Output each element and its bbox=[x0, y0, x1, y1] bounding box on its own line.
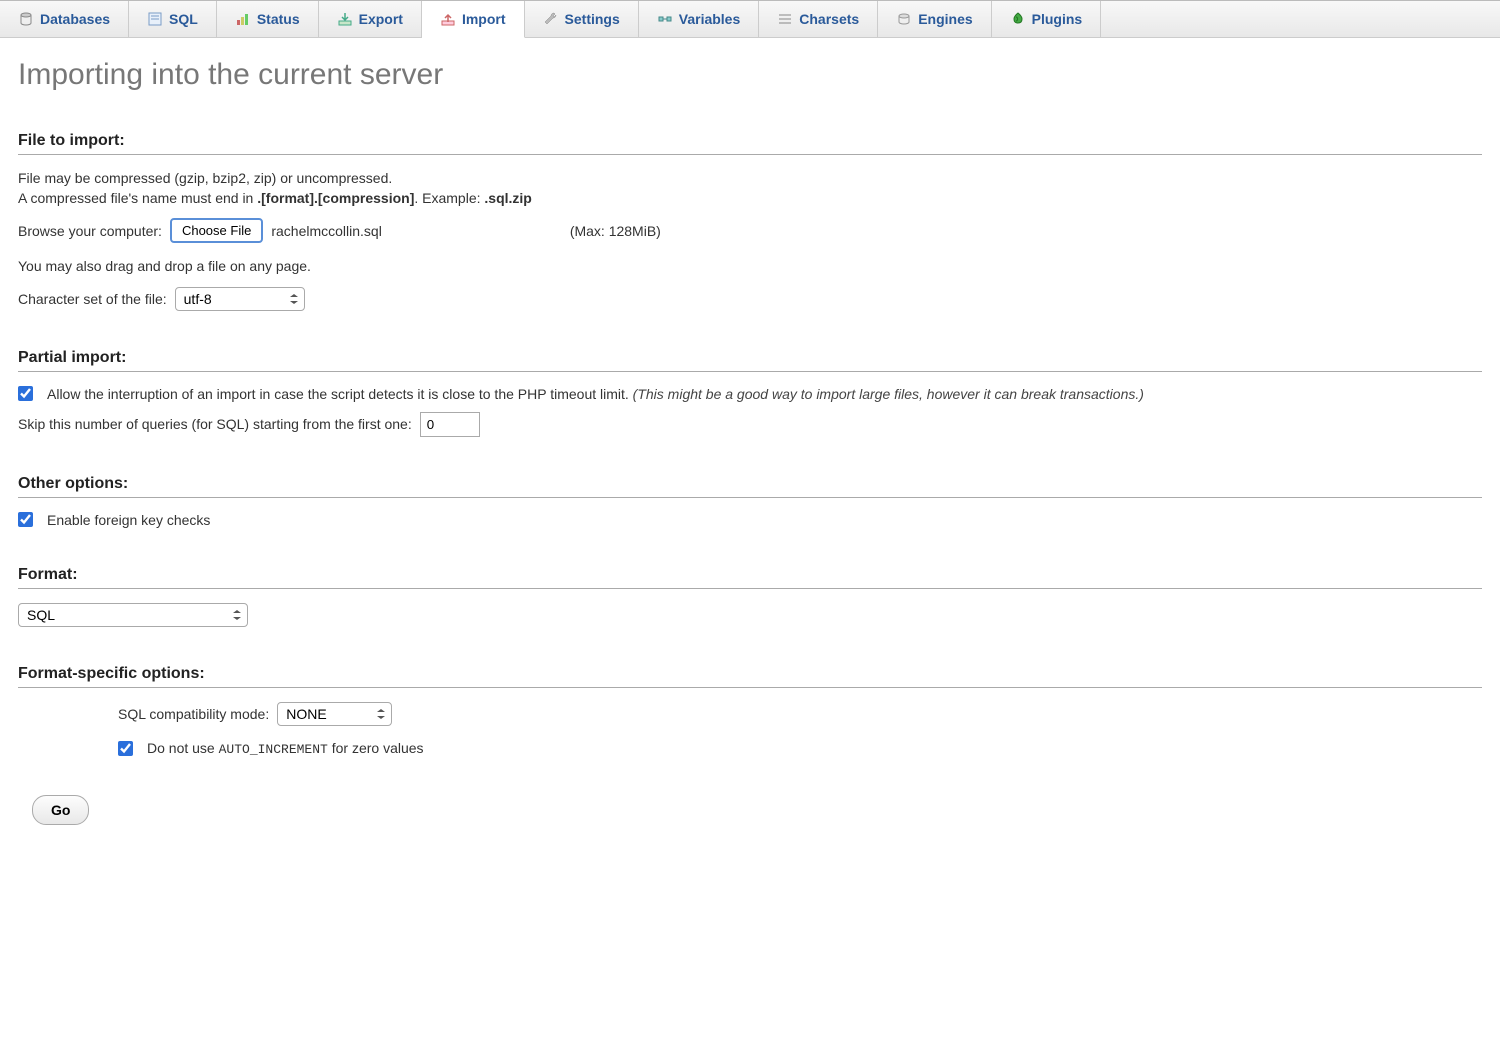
compression-note: File may be compressed (gzip, bzip2, zip… bbox=[18, 169, 1482, 208]
main-tabs: Databases SQL Status Export Import Setti… bbox=[0, 0, 1500, 38]
section-heading: File to import: bbox=[18, 132, 1482, 155]
tab-settings[interactable]: Settings bbox=[525, 1, 639, 37]
tab-label: Databases bbox=[40, 11, 110, 27]
tab-label: Variables bbox=[679, 11, 741, 27]
format-specific-section: Format-specific options: SQL compatibili… bbox=[18, 665, 1482, 757]
tab-sql[interactable]: SQL bbox=[129, 1, 217, 37]
variables-icon bbox=[657, 11, 673, 27]
tab-variables[interactable]: Variables bbox=[639, 1, 760, 37]
status-icon bbox=[235, 11, 251, 27]
file-import-section: File to import: File may be compressed (… bbox=[18, 132, 1482, 311]
database-icon bbox=[18, 11, 34, 27]
foreign-key-checkbox[interactable] bbox=[18, 512, 33, 527]
tab-label: Plugins bbox=[1032, 11, 1083, 27]
browse-row: Browse your computer: Choose File rachel… bbox=[18, 218, 1482, 243]
skip-queries-label: Skip this number of queries (for SQL) st… bbox=[18, 416, 412, 432]
go-button[interactable]: Go bbox=[32, 795, 89, 825]
section-heading: Format: bbox=[18, 566, 1482, 589]
section-heading: Partial import: bbox=[18, 349, 1482, 372]
allow-interruption-label: Allow the interruption of an import in c… bbox=[47, 386, 1144, 402]
tab-export[interactable]: Export bbox=[319, 1, 422, 37]
wrench-icon bbox=[543, 11, 559, 27]
compat-mode-label: SQL compatibility mode: bbox=[118, 706, 269, 722]
foreign-key-row: Enable foreign key checks bbox=[18, 512, 1482, 528]
section-heading: Other options: bbox=[18, 475, 1482, 498]
tab-databases[interactable]: Databases bbox=[0, 1, 129, 37]
allow-interruption-row: Allow the interruption of an import in c… bbox=[18, 386, 1482, 402]
charsets-icon bbox=[777, 11, 793, 27]
drag-drop-note: You may also drag and drop a file on any… bbox=[18, 257, 1482, 277]
skip-queries-row: Skip this number of queries (for SQL) st… bbox=[18, 412, 1482, 437]
sql-icon bbox=[147, 11, 163, 27]
charset-select[interactable]: utf-8 bbox=[175, 287, 305, 311]
tab-import[interactable]: Import bbox=[422, 1, 525, 38]
compat-mode-row: SQL compatibility mode: NONE bbox=[118, 702, 1482, 726]
foreign-key-label: Enable foreign key checks bbox=[47, 512, 210, 528]
tab-label: Import bbox=[462, 11, 506, 27]
auto-increment-label: Do not use AUTO_INCREMENT for zero value… bbox=[147, 740, 424, 757]
tab-engines[interactable]: Engines bbox=[878, 1, 991, 37]
engines-icon bbox=[896, 11, 912, 27]
tab-label: Settings bbox=[565, 11, 620, 27]
tab-label: Charsets bbox=[799, 11, 859, 27]
export-icon bbox=[337, 11, 353, 27]
charset-row: Character set of the file: utf-8 bbox=[18, 287, 1482, 311]
format-section: Format: SQL bbox=[18, 566, 1482, 627]
max-size-label: (Max: 128MiB) bbox=[570, 223, 661, 239]
format-select[interactable]: SQL bbox=[18, 603, 248, 627]
selected-filename: rachelmccollin.sql bbox=[271, 223, 381, 239]
allow-interruption-checkbox[interactable] bbox=[18, 386, 33, 401]
charset-label: Character set of the file: bbox=[18, 291, 167, 307]
choose-file-button[interactable]: Choose File bbox=[170, 218, 263, 243]
import-icon bbox=[440, 11, 456, 27]
tab-plugins[interactable]: Plugins bbox=[992, 1, 1102, 37]
tab-status[interactable]: Status bbox=[217, 1, 319, 37]
page-title: Importing into the current server bbox=[18, 58, 1482, 92]
partial-import-section: Partial import: Allow the interruption o… bbox=[18, 349, 1482, 437]
tab-label: Engines bbox=[918, 11, 972, 27]
section-heading: Format-specific options: bbox=[18, 665, 1482, 688]
browse-label: Browse your computer: bbox=[18, 223, 162, 239]
tab-label: Export bbox=[359, 11, 403, 27]
tab-label: Status bbox=[257, 11, 300, 27]
auto-increment-row: Do not use AUTO_INCREMENT for zero value… bbox=[118, 740, 1482, 757]
skip-queries-input[interactable] bbox=[420, 412, 480, 437]
plugin-icon bbox=[1010, 11, 1026, 27]
tab-charsets[interactable]: Charsets bbox=[759, 1, 878, 37]
auto-increment-checkbox[interactable] bbox=[118, 741, 133, 756]
tab-label: SQL bbox=[169, 11, 198, 27]
other-options-section: Other options: Enable foreign key checks bbox=[18, 475, 1482, 528]
compat-mode-select[interactable]: NONE bbox=[277, 702, 392, 726]
main-content: Importing into the current server File t… bbox=[0, 38, 1500, 845]
